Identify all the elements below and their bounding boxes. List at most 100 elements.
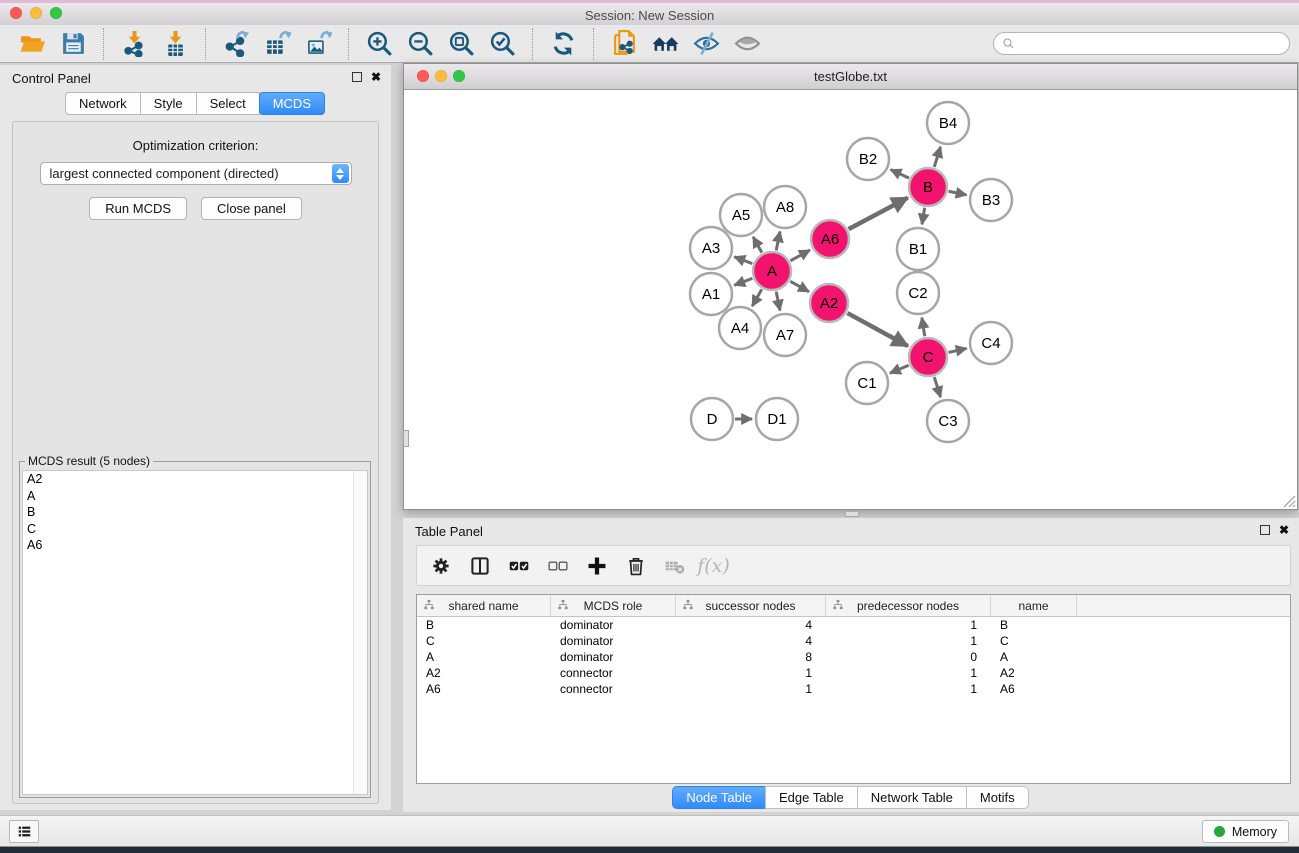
result-list-item[interactable]: B: [23, 504, 367, 521]
select-all-checks-button[interactable]: [505, 552, 532, 579]
column-header-name[interactable]: name: [991, 595, 1077, 616]
float-panel-icon[interactable]: [352, 72, 362, 82]
graph-edge-B-B2[interactable]: [891, 170, 909, 179]
tab-mcds[interactable]: MCDS: [259, 92, 325, 115]
graph-node-A5[interactable]: A5: [720, 194, 762, 236]
zoom-out-button[interactable]: [400, 27, 441, 61]
double-house-button[interactable]: [645, 27, 686, 61]
result-list-item[interactable]: A2: [23, 471, 367, 488]
tab-motifs[interactable]: Motifs: [966, 786, 1029, 809]
table-row[interactable]: Adominator80A: [417, 649, 1290, 665]
add-plus-button[interactable]: [583, 552, 610, 579]
result-list-scrollbar[interactable]: [353, 471, 367, 794]
graph-node-A8[interactable]: A8: [764, 186, 806, 228]
zoom-fit-button[interactable]: [441, 27, 482, 61]
pane-divider-handle[interactable]: [403, 430, 409, 447]
search-input[interactable]: [1020, 36, 1281, 52]
tab-network[interactable]: Network: [65, 92, 141, 115]
graph-node-A2[interactable]: A2: [810, 284, 848, 322]
run-mcds-button[interactable]: Run MCDS: [89, 197, 187, 220]
graph-edge-C-C1[interactable]: [890, 365, 909, 373]
graph-node-D1[interactable]: D1: [756, 398, 798, 440]
export-image-button[interactable]: [298, 27, 339, 61]
column-header-successor-nodes[interactable]: successor nodes: [676, 595, 826, 616]
clear-checks-button[interactable]: [544, 552, 571, 579]
graph-node-C4[interactable]: C4: [970, 322, 1012, 364]
search-box[interactable]: [993, 32, 1290, 55]
graph-edge-A-A7[interactable]: [776, 292, 780, 311]
column-header-predecessor-nodes[interactable]: predecessor nodes: [826, 595, 991, 616]
horizontal-divider-handle[interactable]: [845, 511, 859, 517]
result-list-item[interactable]: A: [23, 488, 367, 505]
graph-edge-A-A3[interactable]: [734, 257, 752, 264]
split-columns-button[interactable]: [466, 552, 493, 579]
close-panel-button[interactable]: Close panel: [201, 197, 302, 220]
graph-edge-A-A1[interactable]: [734, 278, 752, 285]
graph-edge-A-A8[interactable]: [776, 231, 780, 250]
tab-edge-table[interactable]: Edge Table: [765, 786, 858, 809]
graph-node-B3[interactable]: B3: [970, 179, 1012, 221]
graph-node-A1[interactable]: A1: [690, 273, 732, 315]
tab-node-table[interactable]: Node Table: [672, 786, 766, 809]
graph-node-A3[interactable]: A3: [690, 227, 732, 269]
graph-node-B1[interactable]: B1: [897, 228, 939, 270]
import-network-button[interactable]: [114, 27, 155, 61]
resize-grip[interactable]: [1281, 493, 1296, 508]
graph-node-C3[interactable]: C3: [927, 400, 969, 442]
graph-node-A7[interactable]: A7: [764, 314, 806, 356]
graph-node-C2[interactable]: C2: [897, 272, 939, 314]
trash-button[interactable]: [622, 552, 649, 579]
gear-button[interactable]: [427, 552, 454, 579]
graph-edge-A-A6[interactable]: [790, 250, 809, 261]
close-panel-icon[interactable]: ✖: [371, 72, 381, 82]
mcds-result-list[interactable]: A2ABCA6: [22, 470, 368, 795]
graph-edge-A2-C[interactable]: [847, 313, 907, 346]
table-row[interactable]: A6connector11A6: [417, 681, 1290, 697]
table-row[interactable]: Bdominator41B: [417, 617, 1290, 633]
graph-edge-C-C4[interactable]: [948, 348, 966, 352]
table-row[interactable]: Cdominator41C: [417, 633, 1290, 649]
zoom-in-button[interactable]: [359, 27, 400, 61]
document-network-button[interactable]: [604, 27, 645, 61]
close-table-panel-icon[interactable]: ✖: [1279, 525, 1289, 535]
export-network-button[interactable]: [216, 27, 257, 61]
graph-node-B2[interactable]: B2: [847, 138, 889, 180]
graph-node-C1[interactable]: C1: [846, 362, 888, 404]
tab-select[interactable]: Select: [196, 92, 260, 115]
graph-node-D[interactable]: D: [691, 398, 733, 440]
refresh-button[interactable]: [543, 27, 584, 61]
graph-edge-C-C3[interactable]: [934, 377, 940, 397]
memory-button[interactable]: Memory: [1202, 820, 1289, 843]
tab-network-table[interactable]: Network Table: [857, 786, 967, 809]
graph-edge-B-B1[interactable]: [922, 208, 925, 225]
network-window-titlebar[interactable]: testGlobe.txt: [404, 64, 1297, 90]
graph-node-A4[interactable]: A4: [719, 307, 761, 349]
import-table-button[interactable]: [155, 27, 196, 61]
column-header-mcds-role[interactable]: MCDS role: [551, 595, 676, 616]
tab-style[interactable]: Style: [140, 92, 197, 115]
network-canvas[interactable]: B4B2BB3A8A5A6A3B1AA1C2A2A4A7C4CC1C3DD1: [404, 90, 1297, 509]
graph-node-A6[interactable]: A6: [811, 220, 849, 258]
graph-node-B4[interactable]: B4: [927, 102, 969, 144]
graph-edge-A-A5[interactable]: [753, 237, 762, 253]
graph-edge-A-A2[interactable]: [790, 281, 809, 291]
result-list-item[interactable]: A6: [23, 537, 367, 554]
graph-edge-A6-B[interactable]: [849, 198, 908, 229]
eye-slash-button[interactable]: [686, 27, 727, 61]
graph-node-C[interactable]: C: [909, 338, 947, 376]
column-header-shared-name[interactable]: shared name: [417, 595, 551, 616]
graph-edge-B-B3[interactable]: [949, 191, 967, 195]
graph-edge-A-A4[interactable]: [752, 289, 761, 306]
graph-edge-B-B4[interactable]: [934, 147, 940, 167]
result-list-item[interactable]: C: [23, 521, 367, 538]
open-folder-button[interactable]: [12, 27, 53, 61]
zoom-selected-button[interactable]: [482, 27, 523, 61]
table-row[interactable]: A2connector11A2: [417, 665, 1290, 681]
export-table-button[interactable]: [257, 27, 298, 61]
graph-edge-C-C2[interactable]: [922, 318, 925, 337]
criterion-select[interactable]: largest connected component (directed): [40, 162, 352, 185]
graph-node-B[interactable]: B: [909, 168, 947, 206]
save-floppy-button[interactable]: [53, 27, 94, 61]
float-table-panel-icon[interactable]: [1260, 525, 1270, 535]
task-history-button[interactable]: [9, 820, 39, 843]
